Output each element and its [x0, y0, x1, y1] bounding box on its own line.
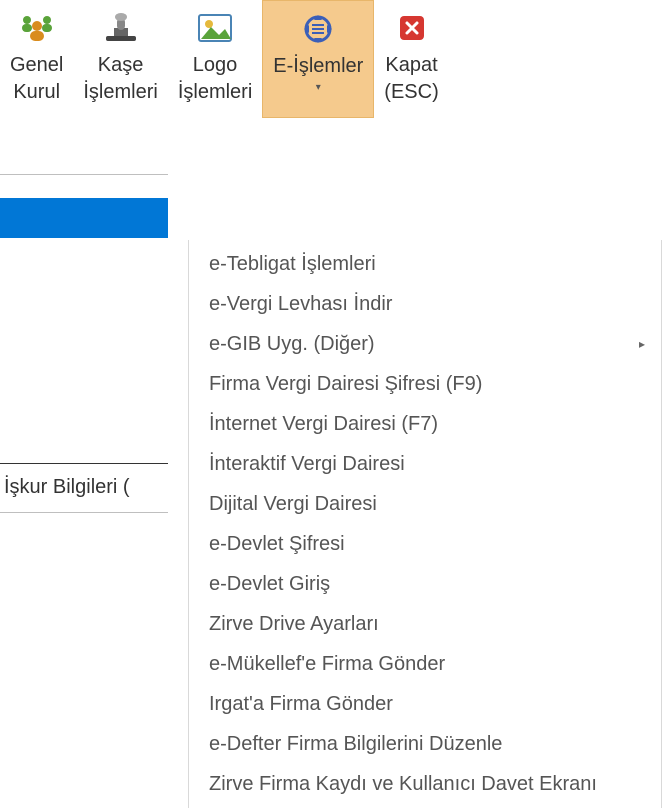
chevron-down-icon: ▾ — [316, 82, 321, 93]
toolbar-label: Logo İşlemleri — [178, 52, 252, 106]
people-icon — [17, 8, 57, 48]
toolbar-label: Kaşe İşlemleri — [83, 52, 157, 106]
divider — [0, 463, 168, 464]
menu-e-devlet-sifresi[interactable]: e-Devlet Şifresi — [189, 524, 661, 564]
sync-icon — [298, 9, 338, 49]
stamp-icon — [101, 8, 141, 48]
menu-e-vergi-levhasi[interactable]: e-Vergi Levhası İndir — [189, 284, 661, 324]
menu-irgat-firma-gonder[interactable]: Irgat'a Firma Gönder — [189, 684, 661, 724]
toolbar-label: Kapat (ESC) — [384, 52, 438, 106]
toolbar-kase-islemleri[interactable]: Kaşe İşlemleri — [73, 0, 167, 118]
chevron-right-icon: ▸ — [639, 337, 645, 351]
toolbar-kapat[interactable]: Kapat (ESC) — [374, 0, 448, 118]
picture-icon — [195, 8, 235, 48]
menu-item-label: Zirve Firma Kaydı ve Kullanıcı Davet Ekr… — [209, 773, 597, 796]
menu-zirve-drive-ayarlari[interactable]: Zirve Drive Ayarları — [189, 604, 661, 644]
menu-item-label: Zirve Drive Ayarları — [209, 613, 379, 636]
close-icon — [392, 8, 432, 48]
toolbar: Genel Kurul Kaşe İşlemleri Logo İşlemler… — [0, 0, 662, 120]
menu-item-label: İnternet Vergi Dairesi (F7) — [209, 413, 438, 436]
menu-zirve-firma-kaydi[interactable]: Zirve Firma Kaydı ve Kullanıcı Davet Ekr… — [189, 764, 661, 804]
e-islemler-dropdown: e-Tebligat İşlemleri e-Vergi Levhası İnd… — [188, 240, 662, 808]
toolbar-label: E-İşlemler — [273, 53, 363, 80]
menu-e-tebligat[interactable]: e-Tebligat İşlemleri — [189, 244, 661, 284]
menu-item-label: e-Tebligat İşlemleri — [209, 253, 376, 276]
menu-item-label: e-GIB Uyg. (Diğer) — [209, 333, 375, 356]
menu-e-gib-uyg[interactable]: e-GIB Uyg. (Diğer) ▸ — [189, 324, 661, 364]
menu-item-label: e-Devlet Giriş — [209, 573, 330, 596]
menu-item-label: Dijital Vergi Dairesi — [209, 493, 377, 516]
menu-item-label: e-Defter Firma Bilgilerini Düzenle — [209, 733, 502, 756]
divider — [0, 512, 168, 513]
content-area: İşkur Bilgileri ( e-Tebligat İşlemleri e… — [0, 120, 662, 696]
toolbar-label: Genel Kurul — [10, 52, 63, 106]
menu-item-label: İnteraktif Vergi Dairesi — [209, 453, 405, 476]
menu-dijital-vergi-dairesi[interactable]: Dijital Vergi Dairesi — [189, 484, 661, 524]
menu-item-label: Firma Vergi Dairesi Şifresi (F9) — [209, 373, 482, 396]
menu-interaktif-vergi-dairesi[interactable]: İnteraktif Vergi Dairesi — [189, 444, 661, 484]
selected-row[interactable] — [0, 198, 168, 238]
toolbar-e-islemler[interactable]: E-İşlemler ▾ — [262, 0, 374, 118]
menu-e-devlet-giris[interactable]: e-Devlet Giriş — [189, 564, 661, 604]
toolbar-genel-kurul[interactable]: Genel Kurul — [0, 0, 73, 118]
toolbar-logo-islemleri[interactable]: Logo İşlemleri — [168, 0, 262, 118]
menu-item-label: e-Vergi Levhası İndir — [209, 293, 392, 316]
menu-item-label: e-Mükellef'e Firma Gönder — [209, 653, 445, 676]
iskur-label: İşkur Bilgileri ( — [4, 476, 130, 499]
menu-item-label: e-Devlet Şifresi — [209, 533, 345, 556]
menu-e-mukellef-firma-gonder[interactable]: e-Mükellef'e Firma Gönder — [189, 644, 661, 684]
menu-internet-vergi-dairesi[interactable]: İnternet Vergi Dairesi (F7) — [189, 404, 661, 444]
divider — [0, 174, 168, 175]
menu-firma-vergi-dairesi-sifresi[interactable]: Firma Vergi Dairesi Şifresi (F9) — [189, 364, 661, 404]
menu-e-defter-firma-bilgileri[interactable]: e-Defter Firma Bilgilerini Düzenle — [189, 724, 661, 764]
